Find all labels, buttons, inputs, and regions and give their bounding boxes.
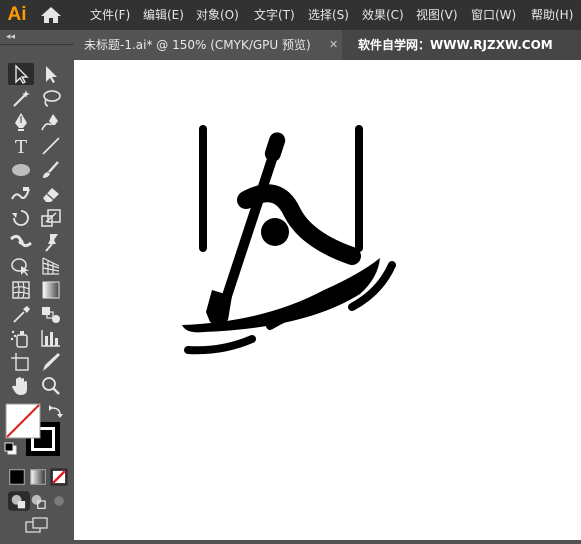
fill-swatch-none[interactable] (5, 403, 41, 439)
athlete-head (261, 218, 289, 246)
draw-inside-icon[interactable] (46, 490, 66, 508)
paintbrush-tool-icon[interactable] (38, 159, 64, 181)
screen-mode-icon[interactable] (24, 514, 50, 533)
svg-text:T: T (15, 137, 27, 157)
column-graph-tool-icon[interactable] (38, 327, 64, 349)
paddle-blade (206, 290, 232, 325)
gradient-tool-icon[interactable] (38, 279, 64, 301)
selection-tool-icon[interactable] (8, 63, 34, 85)
pen-tool-icon[interactable] (8, 111, 34, 133)
shape-builder-tool-icon[interactable] (8, 255, 34, 277)
shaper-tool-icon[interactable] (8, 183, 34, 205)
line-segment-tool-icon[interactable] (38, 135, 64, 157)
lasso-tool-icon[interactable] (38, 87, 64, 109)
color-mode-icon[interactable] (4, 466, 25, 485)
symbol-sprayer-tool-icon[interactable] (8, 327, 34, 349)
width-tool-icon[interactable] (8, 231, 34, 253)
document-tab[interactable]: 未标题-1.ai* @ 150% (CMYK/GPU 预览) ✕ (74, 30, 342, 60)
menu-type[interactable]: 文字(T) (254, 0, 295, 30)
swap-fill-stroke-icon[interactable] (49, 405, 63, 418)
artboard-canvas[interactable] (74, 60, 581, 540)
fill-stroke-swatches (4, 402, 70, 464)
draw-behind-icon[interactable] (26, 490, 46, 509)
rotate-tool-icon[interactable] (8, 207, 34, 229)
ellipse-tool-icon[interactable] (8, 159, 34, 181)
magic-wand-tool-icon[interactable] (8, 87, 34, 109)
gradient-mode-icon[interactable] (25, 466, 46, 485)
zoom-tool-icon[interactable] (38, 375, 64, 397)
canoe-slalom-pictogram[interactable] (74, 60, 581, 540)
menu-edit[interactable]: 编辑(E) (143, 0, 184, 30)
document-tab-bar: 未标题-1.ai* @ 150% (CMYK/GPU 预览) ✕ 软件自学网：W… (74, 30, 581, 60)
watermark-text: 软件自学网：WWW.RJZXW.COM (358, 38, 553, 52)
close-icon[interactable]: ✕ (329, 30, 338, 60)
curvature-tool-icon[interactable] (38, 111, 64, 133)
panel-grip[interactable] (0, 44, 74, 53)
perspective-grid-tool-icon[interactable] (38, 255, 64, 277)
default-fill-stroke-icon[interactable] (4, 442, 17, 455)
draw-normal-icon[interactable] (6, 490, 30, 511)
scale-tool-icon[interactable] (38, 207, 64, 229)
menu-object[interactable]: 对象(O) (196, 0, 239, 30)
collapse-icon[interactable]: ◂◂ (6, 32, 15, 42)
menu-window[interactable]: 窗口(W) (471, 0, 516, 30)
hand-tool-icon[interactable] (8, 375, 34, 397)
menu-effect[interactable]: 效果(C) (362, 0, 404, 30)
direct-selection-tool-icon[interactable] (38, 63, 64, 85)
menu-view[interactable]: 视图(V) (416, 0, 458, 30)
athlete-body (237, 184, 361, 265)
menu-file[interactable]: 文件(F) (90, 0, 130, 30)
document-tab-title: 未标题-1.ai* @ 150% (CMYK/GPU 预览) (84, 38, 311, 52)
slice-tool-icon[interactable] (38, 351, 64, 373)
mesh-tool-icon[interactable] (8, 279, 34, 301)
app-logo: Ai (7, 4, 27, 25)
water-wave-lower (184, 335, 256, 355)
eyedropper-tool-icon[interactable] (8, 303, 34, 325)
menu-select[interactable]: 选择(S) (308, 0, 349, 30)
artboard-tool-icon[interactable] (8, 351, 34, 373)
type-tool-icon[interactable]: T (8, 135, 34, 157)
tools-panel: ◂◂ T (0, 30, 74, 540)
menu-bar: Ai 文件(F) 编辑(E) 对象(O) 文字(T) 选择(S) 效果(C) 视… (0, 0, 581, 30)
home-icon[interactable] (40, 6, 62, 24)
puppet-warp-tool-icon[interactable] (38, 231, 64, 253)
eraser-tool-icon[interactable] (38, 183, 64, 205)
blend-tool-icon[interactable] (38, 303, 64, 325)
menu-help[interactable]: 帮助(H) (531, 0, 573, 30)
paddle-top-grip (264, 132, 286, 162)
none-mode-icon[interactable] (46, 466, 68, 486)
